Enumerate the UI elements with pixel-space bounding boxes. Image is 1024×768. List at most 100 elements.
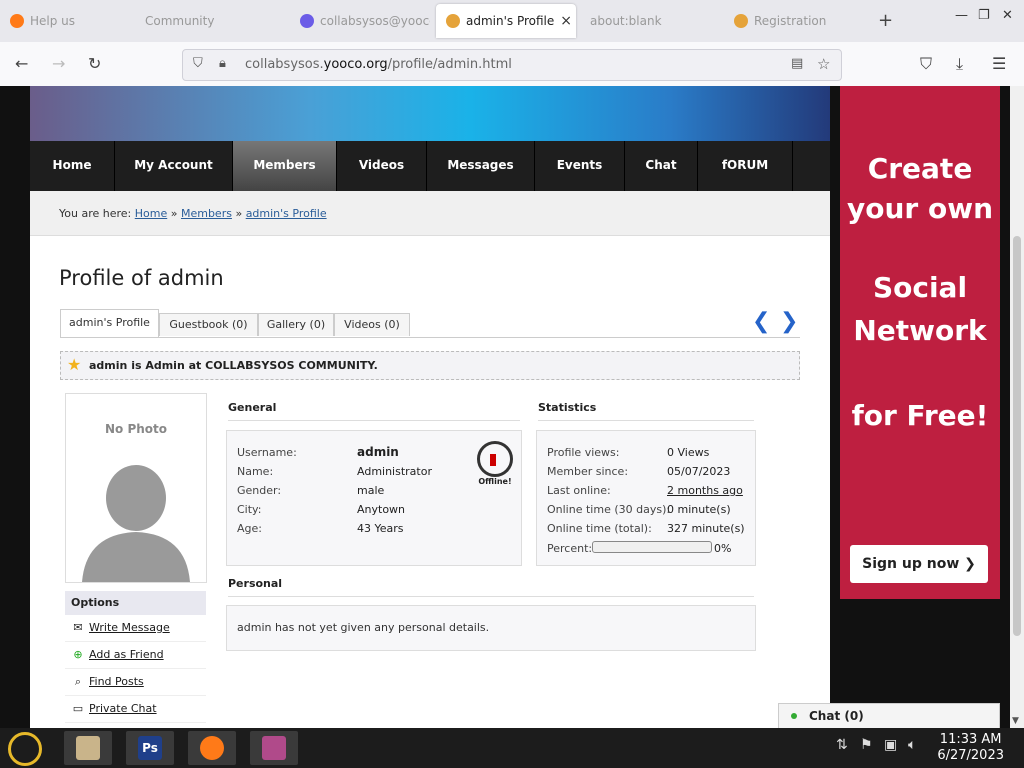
menu-icon[interactable]: ☰ bbox=[992, 54, 1006, 73]
site-banner bbox=[30, 86, 830, 141]
file-manager-icon bbox=[76, 736, 100, 760]
admin-notice: ★ admin is Admin at COLLABSYSOS COMMUNIT… bbox=[60, 351, 800, 380]
close-tab-icon[interactable]: × bbox=[560, 13, 572, 29]
offline-signal-icon bbox=[477, 441, 513, 477]
tab-profile[interactable]: admin's Profile bbox=[60, 309, 159, 337]
last-online-value[interactable]: 2 months ago bbox=[667, 484, 743, 497]
menu-forum[interactable]: fORUM bbox=[698, 141, 793, 191]
previous-arrow-icon[interactable]: ❮ bbox=[752, 309, 770, 334]
add-icon: ⊕ bbox=[73, 648, 83, 661]
tab-videos[interactable]: Videos (0) bbox=[334, 313, 410, 336]
network-icon[interactable]: ⇅ bbox=[836, 737, 848, 753]
web-page: Home My Account Members Videos Messages … bbox=[0, 86, 1010, 728]
next-arrow-icon[interactable]: ❯ bbox=[780, 309, 798, 334]
envelope-icon: ✉ bbox=[73, 621, 83, 634]
general-box: Username: admin Name: Administrator Gend… bbox=[226, 430, 522, 566]
photoshop-app[interactable]: Ps bbox=[126, 731, 174, 765]
chat-bubble-icon: ▭ bbox=[72, 702, 84, 715]
new-tab-button[interactable]: + bbox=[878, 10, 893, 31]
tab-guestbook[interactable]: Guestbook (0) bbox=[159, 313, 258, 336]
personal-title: Personal bbox=[228, 577, 754, 597]
menu-messages[interactable]: Messages bbox=[427, 141, 535, 191]
scrollbar-thumb[interactable] bbox=[1013, 236, 1021, 636]
breadcrumb-members[interactable]: Members bbox=[181, 207, 232, 220]
windows-flag-icon[interactable]: ⚑ bbox=[860, 737, 873, 753]
menu-chat[interactable]: Chat bbox=[625, 141, 698, 191]
page-title: Profile of admin bbox=[59, 266, 224, 290]
photoshop-icon: Ps bbox=[138, 736, 162, 760]
image-viewer-app[interactable] bbox=[250, 731, 298, 765]
options-title: Options bbox=[65, 591, 206, 615]
shield-icon[interactable]: ⛉ bbox=[193, 56, 203, 71]
system-clock[interactable]: 11:33 AM 6/27/2023 bbox=[937, 732, 1004, 764]
option-private-chat[interactable]: ▭ Private Chat bbox=[65, 696, 206, 723]
menu-members[interactable]: Members bbox=[233, 141, 337, 191]
image-viewer-icon bbox=[262, 736, 286, 760]
file-manager-app[interactable] bbox=[64, 731, 112, 765]
back-icon[interactable]: ← bbox=[15, 54, 28, 73]
option-find-posts[interactable]: ⌕ Find Posts bbox=[65, 669, 206, 696]
display-icon[interactable]: ▣ bbox=[884, 737, 897, 753]
at-icon bbox=[300, 14, 314, 28]
reader-view-icon[interactable]: ▤ bbox=[791, 56, 803, 71]
browser-tab[interactable]: Registration bbox=[734, 6, 864, 36]
username-value: admin bbox=[357, 445, 399, 459]
forward-icon[interactable]: → bbox=[52, 54, 65, 73]
os-taskbar: Ps ⇅ ⚑ ▣ 🔈︎ 11:33 AM 6/27/2023 bbox=[0, 728, 1024, 768]
site-favicon bbox=[446, 14, 460, 28]
download-icon[interactable]: ⤓ bbox=[956, 54, 963, 74]
gender-value: male bbox=[357, 484, 385, 497]
volume-icon[interactable]: 🔈︎ bbox=[908, 737, 916, 753]
personal-text: admin has not yet given any personal det… bbox=[237, 621, 490, 634]
star-icon: ★ bbox=[67, 355, 82, 374]
browser-tab[interactable]: Help us bbox=[10, 6, 130, 36]
breadcrumb: You are here: Home » Members » admin's P… bbox=[30, 191, 830, 236]
personal-box: admin has not yet given any personal det… bbox=[226, 605, 756, 651]
menu-home[interactable]: Home bbox=[30, 141, 115, 191]
statistics-title: Statistics bbox=[538, 401, 754, 421]
browser-tab[interactable]: collabsysos@yooco bbox=[300, 6, 430, 36]
main-content: You are here: Home » Members » admin's P… bbox=[30, 191, 830, 728]
profile-tabs: admin's Profile Guestbook (0) Gallery (0… bbox=[60, 309, 800, 338]
page-scrollbar[interactable]: ▼ bbox=[1010, 86, 1024, 728]
avatar-silhouette-icon bbox=[82, 465, 190, 582]
online-dot-icon bbox=[791, 713, 797, 719]
advertisement[interactable]: Create your own Social Network for Free!… bbox=[840, 86, 1000, 599]
lock-icon[interactable]: 🔒︎ bbox=[219, 56, 226, 71]
browser-tab[interactable]: Community bbox=[145, 6, 285, 36]
browser-tab-active[interactable]: admin's Profile × bbox=[436, 4, 576, 38]
menu-videos[interactable]: Videos bbox=[337, 141, 427, 191]
menu-my-account[interactable]: My Account bbox=[115, 141, 233, 191]
option-write-message[interactable]: ✉ Write Message bbox=[65, 615, 206, 642]
offline-status: Offline! bbox=[477, 441, 513, 486]
member-since-value: 05/07/2023 bbox=[667, 465, 731, 478]
city-value: Anytown bbox=[357, 503, 406, 516]
option-add-friend[interactable]: ⊕ Add as Friend bbox=[65, 642, 206, 669]
sign-up-button[interactable]: Sign up now ❯ bbox=[850, 545, 988, 583]
reload-icon[interactable]: ↻ bbox=[88, 54, 101, 73]
main-menu: Home My Account Members Videos Messages … bbox=[30, 141, 830, 191]
age-value: 43 Years bbox=[357, 522, 404, 535]
firefox-app[interactable] bbox=[188, 731, 236, 765]
chat-bar[interactable]: Chat (0) bbox=[778, 703, 1000, 728]
name-value: Administrator bbox=[357, 465, 432, 478]
start-menu-icon[interactable] bbox=[8, 732, 42, 766]
minimize-icon[interactable]: — bbox=[955, 8, 968, 23]
restore-icon[interactable]: ❐ bbox=[978, 8, 990, 23]
bookmark-star-icon[interactable]: ☆ bbox=[817, 55, 830, 73]
pocket-icon[interactable]: ⛉ bbox=[920, 54, 932, 74]
url-text[interactable]: collabsysos.yooco.org/profile/admin.html bbox=[245, 57, 512, 72]
breadcrumb-home[interactable]: Home bbox=[135, 207, 167, 220]
scroll-down-icon[interactable]: ▼ bbox=[1012, 716, 1019, 726]
tab-gallery[interactable]: Gallery (0) bbox=[258, 313, 334, 336]
magnifier-icon: ⌕ bbox=[74, 675, 82, 688]
percent-value: 0% bbox=[714, 542, 732, 555]
firefox-icon bbox=[10, 14, 24, 28]
browser-nav-bar: ← → ↻ ⛉ 🔒︎ collabsysos.yooco.org/profile… bbox=[0, 42, 1024, 87]
breadcrumb-profile[interactable]: admin's Profile bbox=[246, 207, 327, 220]
browser-tab[interactable]: about:blank bbox=[590, 6, 710, 36]
url-bar[interactable]: ⛉ 🔒︎ collabsysos.yooco.org/profile/admin… bbox=[182, 49, 842, 81]
close-window-icon[interactable]: ✕ bbox=[1002, 8, 1013, 23]
firefox-icon bbox=[200, 736, 224, 760]
menu-events[interactable]: Events bbox=[535, 141, 625, 191]
